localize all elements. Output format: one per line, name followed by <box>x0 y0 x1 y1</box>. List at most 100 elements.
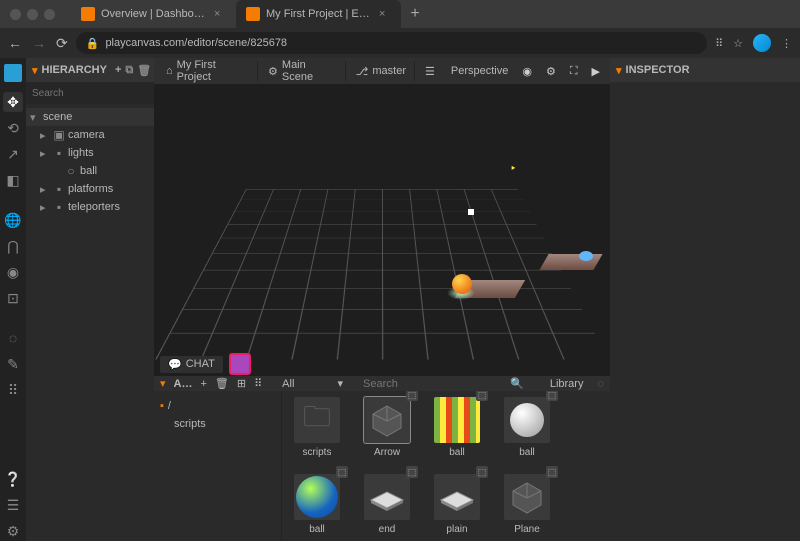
focus-icon[interactable]: ⊡ <box>3 288 23 308</box>
element-tool-icon[interactable]: ◧ <box>3 170 23 190</box>
nav-arrows: ← → ⟳ <box>8 35 68 52</box>
camera-mode-button[interactable]: Perspective <box>445 61 514 81</box>
3d-viewport[interactable]: ‣ 💬 CHAT <box>154 84 610 376</box>
asset-ball-material2[interactable]: ⬚ ball <box>292 474 342 535</box>
folder-icon: ▪ <box>53 147 65 159</box>
teleporter-mesh <box>579 251 593 261</box>
close-icon[interactable]: × <box>379 8 391 20</box>
chevron-right-icon[interactable]: ▸ <box>40 129 50 142</box>
chat-button[interactable]: 💬 CHAT <box>160 356 223 373</box>
bake-icon[interactable]: ✎ <box>3 354 23 374</box>
asset-filter-dropdown[interactable]: All ▾ <box>276 377 349 390</box>
tree-label: teleporters <box>68 201 120 213</box>
code-icon[interactable]: ⠿ <box>3 380 23 400</box>
snap-icon[interactable]: ⋂ <box>3 236 23 256</box>
chevron-down-icon[interactable]: ▾ <box>616 64 622 77</box>
store-icon[interactable]: ◌ <box>597 378 604 390</box>
add-asset-button[interactable]: + <box>200 378 206 390</box>
home-icon: ⌂ <box>166 65 173 77</box>
tab-title: Overview | Dashboard | My Fir… <box>101 8 208 20</box>
asset-end[interactable]: ⬚ end <box>362 474 412 535</box>
browser-tab-1[interactable]: My First Project | Editor × <box>236 0 401 28</box>
feedback-icon[interactable]: ☰ <box>3 495 23 515</box>
asset-arrow[interactable]: ⬚ Arrow <box>362 397 412 458</box>
folder-root[interactable]: ▪ / <box>160 397 275 415</box>
new-tab-button[interactable]: + <box>401 0 429 28</box>
asset-ball-material[interactable]: ⬚ ball <box>502 397 552 458</box>
thumbnail-view-icon[interactable]: ⊞ <box>237 377 246 390</box>
visibility-icon[interactable]: ◉ <box>3 262 23 282</box>
assets-search-input[interactable] <box>363 378 506 390</box>
list-button[interactable]: ☰ <box>417 61 443 81</box>
folder-icon: ▪ <box>53 201 65 213</box>
folder-scripts[interactable]: scripts <box>160 415 275 433</box>
asset-badge-icon: ⬚ <box>476 391 488 401</box>
duplicate-icon[interactable]: ⧉ <box>125 64 133 77</box>
chevron-right-icon[interactable]: ▸ <box>40 147 50 160</box>
branch-crumb[interactable]: ⎇ master <box>348 61 415 81</box>
menu-icon[interactable]: ⋮ <box>781 37 792 50</box>
fullscreen-icon[interactable]: ⛶ <box>564 61 584 81</box>
close-icon[interactable]: × <box>214 8 226 20</box>
settings-icon[interactable]: ⚙ <box>540 61 562 81</box>
delete-icon[interactable]: 🗑 <box>137 64 151 77</box>
folder-label: / <box>168 400 171 412</box>
play-button[interactable]: ▶ <box>586 61 606 81</box>
world-icon[interactable]: 🌐 <box>3 210 23 230</box>
url-field[interactable]: 🔒 playcanvas.com/editor/scene/825678 <box>76 32 707 54</box>
asset-badge-icon: ⬚ <box>406 466 418 478</box>
assets-folder-tree: ▪ / scripts <box>154 391 282 541</box>
forward-button[interactable]: → <box>32 35 46 52</box>
cube-icon <box>510 480 544 514</box>
tree-item-camera[interactable]: ▸ ▣ camera <box>26 126 154 144</box>
rotate-tool-icon[interactable]: ⟲ <box>3 118 23 138</box>
traffic-close[interactable] <box>10 9 21 20</box>
chevron-down-icon[interactable]: ▾ <box>30 111 40 124</box>
lock-icon: 🔒 <box>86 37 100 50</box>
app-logo[interactable] <box>4 64 22 82</box>
bookmark-icon[interactable]: ☆ <box>733 37 743 50</box>
hierarchy-search-input[interactable] <box>32 88 164 99</box>
chat-icon: 💬 <box>168 358 182 371</box>
tree-item-platforms[interactable]: ▸ ▪ platforms <box>26 180 154 198</box>
reload-button[interactable]: ⟳ <box>56 35 68 52</box>
settings-bottom-icon[interactable]: ⚙ <box>3 521 23 541</box>
asset-ball-texture[interactable]: ⬚ ball <box>432 397 482 458</box>
asset-scripts[interactable]: 🗀 scripts <box>292 397 342 458</box>
chevron-down-icon[interactable]: ▾ <box>160 377 166 390</box>
sphere-icon <box>510 403 544 437</box>
tree-item-teleporters[interactable]: ▸ ▪ teleporters <box>26 198 154 216</box>
gear-icon: ⚙ <box>268 65 278 78</box>
traffic-min[interactable] <box>27 9 38 20</box>
project-crumb[interactable]: ⌂ My First Project <box>158 61 258 81</box>
move-tool-icon[interactable]: ✥ <box>3 92 23 112</box>
help-icon[interactable]: ❔ <box>3 469 23 489</box>
add-entity-button[interactable]: + <box>115 64 121 76</box>
search-icon[interactable]: 🔍 <box>510 377 524 390</box>
delete-asset-icon[interactable]: 🗑 <box>215 377 229 390</box>
view-options-icon[interactable]: ◉ <box>516 61 538 81</box>
back-button[interactable]: ← <box>8 35 22 52</box>
lightbulb-icon[interactable]: ◌ <box>3 328 23 348</box>
list-view-icon[interactable]: ⠿ <box>254 377 262 390</box>
tree-item-scene[interactable]: ▾ scene <box>26 108 154 126</box>
tree-item-lights[interactable]: ▸ ▪ lights <box>26 144 154 162</box>
scale-tool-icon[interactable]: ↗ <box>3 144 23 164</box>
hierarchy-header: ▾ HIERARCHY + ⧉ 🗑 <box>26 58 154 82</box>
browser-tab-0[interactable]: Overview | Dashboard | My Fir… × <box>71 0 236 28</box>
user-presence-icon[interactable] <box>229 353 251 375</box>
library-button[interactable]: Library <box>544 378 590 390</box>
scene-crumb[interactable]: ⚙ Main Scene <box>260 61 346 81</box>
chevron-right-icon[interactable]: ▸ <box>40 201 50 214</box>
asset-plane[interactable]: ⬚ Plane <box>502 474 552 535</box>
profile-avatar[interactable] <box>753 34 771 52</box>
traffic-max[interactable] <box>44 9 55 20</box>
ball-mesh <box>452 274 472 294</box>
chevron-right-icon[interactable]: ▸ <box>40 183 50 196</box>
assets-header: ▾ A… + 🗑 ⊞ ⠿ All ▾ 🔍 Library <box>154 376 610 391</box>
chevron-down-icon[interactable]: ▾ <box>32 64 38 77</box>
asset-badge-icon: ⬚ <box>406 391 418 401</box>
asset-plain[interactable]: ⬚ plain <box>432 474 482 535</box>
translate-icon[interactable]: ⠿ <box>715 37 723 50</box>
tree-item-ball[interactable]: ○ ball <box>26 162 154 180</box>
